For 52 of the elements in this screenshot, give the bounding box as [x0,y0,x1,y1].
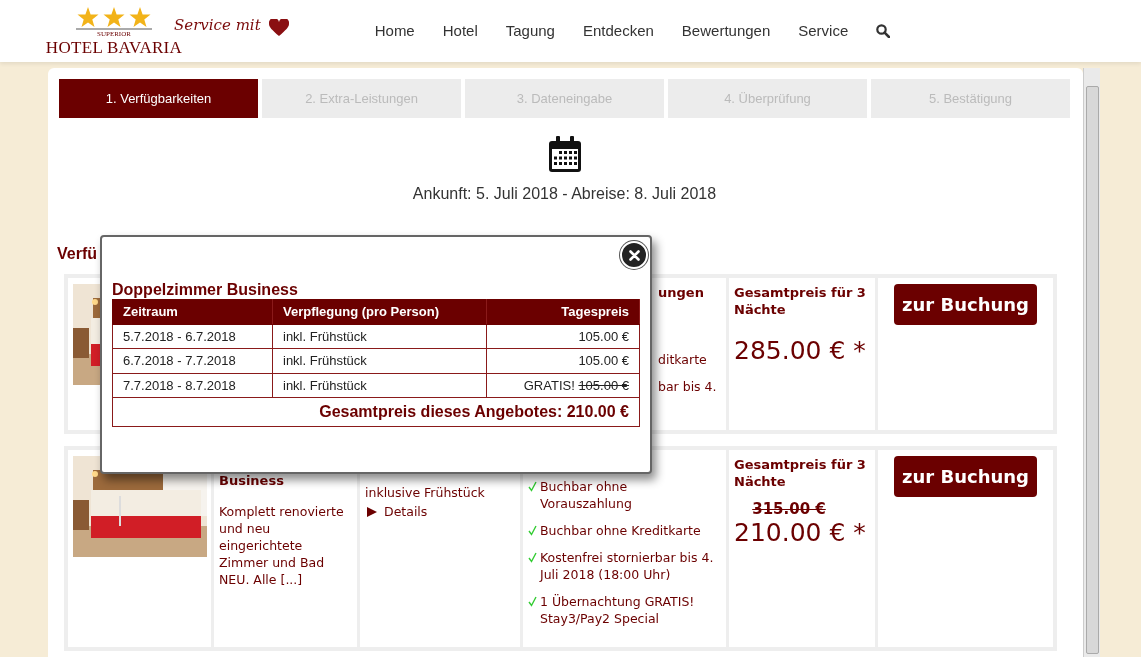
total-heading: Gesamtpreis für 3 Nächte [734,456,867,490]
column-header: Verpflegung (pro Person) [272,299,487,324]
table-cell: 7.7.2018 - 8.7.2018 [112,373,273,398]
scrollbar[interactable] [1083,68,1100,657]
search-icon[interactable] [876,24,891,38]
room-title: Business [219,472,285,489]
rule-text: Kostenfrei stornierbar bis 4. Juli 2018 (18:00 Uhr) [540,549,715,583]
stars-icon [76,5,152,28]
modal-title: Doppelzimmer Business [112,281,299,299]
table-cell: inkl. Frühstück [272,324,487,349]
table-cell: 105.00 € [486,324,640,349]
booking-button[interactable]: zur Buchung [894,284,1037,325]
room-description: Komplett renovierte und neu eingerichtete Zimmer und Bad NEU. Alle [...] [219,503,345,588]
rule-text: 1 Übernachtung GRATIS! Stay3/Pay2 Special [540,593,696,627]
table-cell: GRATIS! 105.00 € [486,373,640,398]
nav-link[interactable]: Bewertungen [667,19,785,43]
table-cell: 105.00 € [486,348,640,373]
nav-link[interactable]: Hotel [428,19,492,43]
heart-icon [268,19,289,37]
section-heading: Verfü [57,244,97,264]
board-text: inklusive Frühstück [365,484,486,502]
total-price: 285.00 € * [734,336,867,366]
table-cell: 5.7.2018 - 6.7.2018 [112,324,273,349]
rule-text: ditkarte [658,350,707,368]
close-button[interactable] [620,241,648,269]
old-price: 315.00 € [751,500,827,518]
offer-total: Gesamtpreis dieses Angebotes: 210.00 € [112,397,640,427]
triangle-icon [367,507,377,518]
scrollbar-thumb[interactable] [1086,86,1099,654]
slogan: Service mit [174,14,261,36]
total-heading: Gesamtpreis für 3 Nächte [734,284,867,318]
calendar-icon [548,136,581,172]
step-tab[interactable]: 1. Verfügbarkeiten [59,79,258,118]
nav-link[interactable]: Service [784,19,863,43]
arrival-dates: Ankunft: 5. Juli 2018 - Abreise: 8. Juli 2018 [411,184,718,204]
nav-link[interactable]: Tagung [491,19,569,43]
details-link[interactable]: Details [367,502,428,522]
table-cell: inkl. Frühstück [272,373,487,398]
logo-text: HOTEL BAVARIA [45,38,183,57]
rule-text: Buchbar ohne Kreditkarte [540,522,701,539]
rule-text: bar bis 4. [658,377,717,395]
column-header: Zeitraum [112,299,273,324]
table-cell: 6.7.2018 - 7.7.2018 [112,348,273,373]
nav-link[interactable]: Entdecken [568,19,668,43]
total-price: 210.00 € * [734,518,867,548]
table-cell: inkl. Frühstück [272,348,487,373]
column-header: Tagespreis [486,299,640,324]
close-icon [628,249,640,261]
rules-heading: ungen [658,284,704,301]
nav-link[interactable]: Home [360,19,429,43]
rule-text: Buchbar ohne Vorauszahlung [540,478,633,512]
booking-button[interactable]: zur Buchung [894,456,1037,497]
